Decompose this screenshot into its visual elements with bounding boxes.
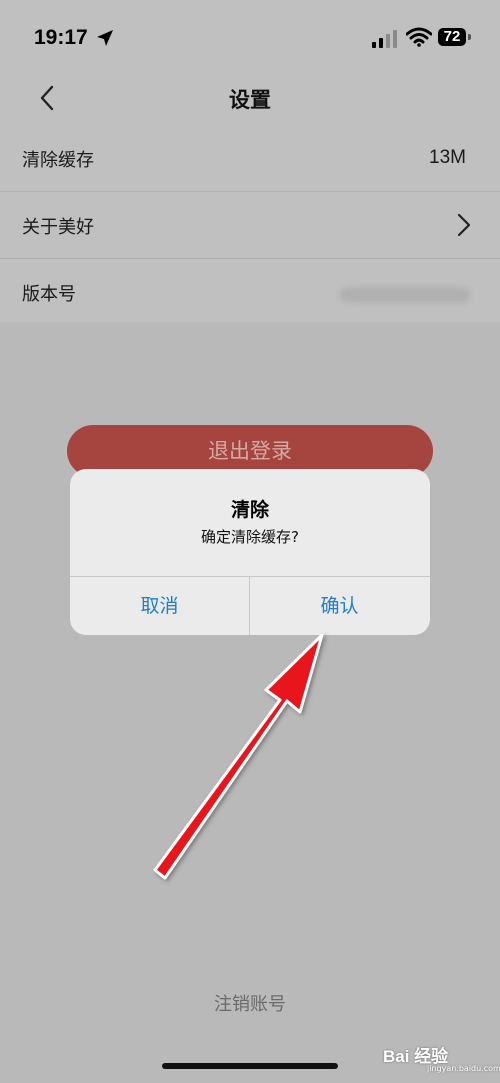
page-title: 设置 <box>229 88 271 112</box>
settings-list: 清除缓存 13M 关于美好 版本号 <box>0 125 500 322</box>
clear-cache-dialog: 清除 确定清除缓存? 取消 确认 <box>70 469 430 635</box>
location-arrow-icon <box>97 30 113 46</box>
cellular-signal-icon <box>372 30 397 48</box>
settings-row-label: 版本号 <box>22 284 76 305</box>
watermark-sub: jingyan.baidu.com <box>427 1064 500 1073</box>
battery-level: 72 <box>438 28 466 46</box>
settings-row-version: 版本号 <box>0 259 500 322</box>
baidu-jingyan-watermark: Bai 经验 jingyan.baidu.com <box>383 1038 500 1073</box>
settings-row-label: 清除缓存 <box>22 150 94 171</box>
status-time: 19:17 <box>34 26 88 49</box>
status-bar: 19:17 72 <box>0 0 500 80</box>
dialog-confirm-button[interactable]: 确认 <box>250 577 429 635</box>
wifi-icon <box>406 27 432 47</box>
deactivate-account-link[interactable]: 注销账号 <box>0 990 500 1016</box>
version-value-blurred <box>340 287 470 303</box>
chevron-right-icon <box>457 213 471 237</box>
navigation-bar: 设置 <box>0 80 500 130</box>
dialog-message: 确定清除缓存? <box>201 528 299 546</box>
settings-row-clear-cache[interactable]: 清除缓存 13M <box>0 125 500 192</box>
battery-icon: 72 <box>438 28 472 48</box>
dialog-title: 清除 <box>230 499 269 521</box>
settings-row-about[interactable]: 关于美好 <box>0 192 500 259</box>
cache-size-value: 13M <box>429 147 466 168</box>
dialog-cancel-button[interactable]: 取消 <box>70 577 249 635</box>
home-indicator <box>162 1063 338 1069</box>
settings-row-label: 关于美好 <box>22 217 94 238</box>
